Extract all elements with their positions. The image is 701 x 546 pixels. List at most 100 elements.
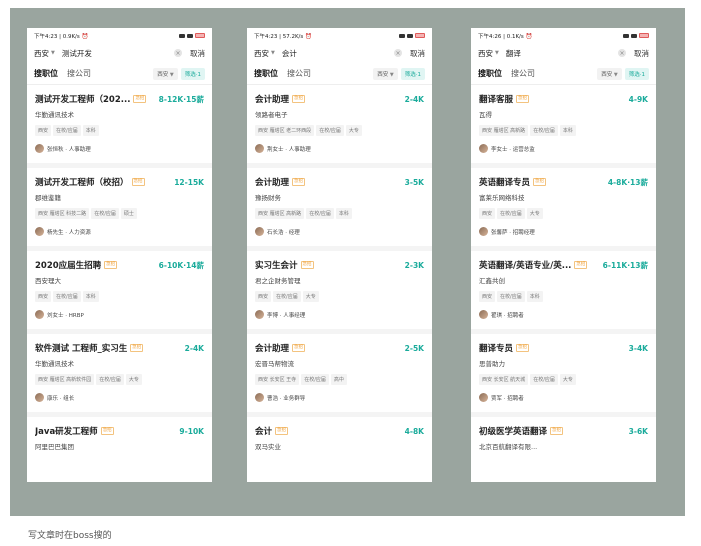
- job-card[interactable]: 会计助理 急招 2-5K 宏晋马帮物流 西安 长安区 王寺 在校/应届 高中 曹浩 …: [247, 334, 432, 412]
- cancel-button[interactable]: 取消: [190, 48, 205, 59]
- job-tag: 在校/应届: [497, 291, 525, 302]
- job-salary: 2-4K: [184, 343, 204, 353]
- city-name: 西安: [254, 48, 269, 58]
- job-tag: 西安: [479, 291, 496, 302]
- clear-icon[interactable]: ×: [394, 49, 402, 57]
- search-input[interactable]: 会计: [282, 48, 394, 59]
- job-card[interactable]: 测试开发工程师（202... 急招 8-12K·15薪 华勤通讯技术 西安 在校/…: [27, 85, 212, 163]
- tab-companies[interactable]: 搜公司: [511, 68, 535, 79]
- job-card[interactable]: 测试开发工程师（校招） 急招 12-15K 郡维鉴籍 西安 雁塔区 科技二路 在校…: [27, 168, 212, 246]
- job-card[interactable]: 英语翻译/英语专业/英... 急招 6-11K·13薪 汇鑫共创 西安 在校/应届…: [471, 251, 656, 329]
- job-card[interactable]: 会计助理 急招 2-4K 领路者电子 西安 雁塔区 老二环西段 在校/应届 大专 荆…: [247, 85, 432, 163]
- job-card[interactable]: 软件测试 工程师_实习生 急招 2-4K 华勤通讯技术 西安 雁塔区 高新软件园…: [27, 334, 212, 412]
- status-bar: 下午4:23 | 0.9K/s ⏰: [27, 28, 212, 43]
- job-title: 测试开发工程师（202...: [35, 95, 131, 105]
- search-input[interactable]: 翻译: [506, 48, 618, 59]
- recruiter-info: 刘女士 · HRBP: [35, 310, 204, 319]
- location-filter[interactable]: 西安 ▼: [597, 67, 622, 80]
- company-name: 阿里巴巴集团: [35, 443, 74, 451]
- job-card[interactable]: 会计 急招 4-8K 双马实业: [247, 417, 432, 482]
- urgent-badge: 急招: [550, 427, 564, 435]
- job-list: 会计助理 急招 2-4K 领路者电子 西安 雁塔区 老二环西段 在校/应届 大专 荆…: [247, 85, 432, 482]
- job-card[interactable]: Java研发工程师 急招 9-10K 阿里巴巴集团: [27, 417, 212, 482]
- urgent-badge: 急招: [300, 261, 314, 269]
- caret-down-icon: ▼: [271, 50, 275, 56]
- caret-down-icon: ▼: [612, 71, 618, 78]
- clear-icon[interactable]: ×: [174, 49, 182, 57]
- tab-jobs[interactable]: 搜职位: [478, 68, 502, 79]
- image-caption: 写文章时在boss搜的: [28, 531, 112, 541]
- clear-icon[interactable]: ×: [618, 49, 626, 57]
- city-selector[interactable]: 西安 ▼: [478, 48, 499, 59]
- tab-jobs[interactable]: 搜职位: [34, 68, 58, 79]
- caret-down-icon: ▼: [168, 71, 174, 78]
- search-bar: 西安 ▼ 翻译 × 取消: [471, 43, 656, 63]
- job-salary: 4-8K·13薪: [607, 177, 648, 187]
- job-tag: 在校/应届: [53, 291, 81, 302]
- search-tabs: 搜职位 搜公司 西安 ▼ 筛选·1: [471, 63, 656, 85]
- job-list: 翻译客服 急招 4-9K 瓦得 西安 雁塔区 高新路 在校/应届 本科 李女士 · …: [471, 85, 656, 482]
- location-filter-label: 西安: [377, 71, 389, 78]
- cancel-button[interactable]: 取消: [634, 48, 649, 59]
- phone-screen: 下午4:23 | 57.2K/s ⏰ 西安 ▼ 会计 × 取消 搜职位 搜公司 …: [247, 28, 432, 482]
- job-card[interactable]: 实习生会计 急招 2-3K 君之企财务管理 西安 在校/应届 大专 李博 · 人事经…: [247, 251, 432, 329]
- job-salary: 2-5K: [404, 343, 424, 353]
- caret-down-icon: ▼: [51, 50, 55, 56]
- avatar: [479, 310, 488, 319]
- job-card[interactable]: 初级医学英语翻译 急招 3-6K 北京百航翻译有限...: [471, 417, 656, 482]
- job-title: 测试开发工程师（校招）: [35, 178, 129, 188]
- job-title: 实习生会计: [255, 261, 298, 271]
- tab-companies[interactable]: 搜公司: [67, 68, 91, 79]
- job-tag: 西安 雁塔区 老二环西段: [255, 125, 315, 136]
- city-selector[interactable]: 西安 ▼: [254, 48, 275, 59]
- signal-icon: [623, 33, 629, 38]
- job-tags: 西安 在校/应届 本科: [479, 291, 648, 302]
- urgent-badge: 急招: [133, 95, 147, 103]
- job-tag: 在校/应届: [530, 125, 558, 136]
- search-input[interactable]: 测试开发: [62, 48, 174, 59]
- job-tags: 西安 长安区 航天城 在校/应届 大专: [479, 374, 648, 385]
- company-name: 西安理大: [35, 277, 61, 285]
- location-filter[interactable]: 西安 ▼: [373, 67, 398, 80]
- job-title: 翻译专员: [479, 344, 514, 354]
- caret-down-icon: ▼: [388, 71, 394, 78]
- job-card[interactable]: 英语翻译专员 急招 4-8K·13薪 富莱乐网络科技 西安 在校/应届 大专 张馨萨…: [471, 168, 656, 246]
- wifi-icon: [631, 33, 637, 38]
- job-title: 会计助理: [255, 178, 290, 188]
- recruiter-name: 贾军 · 招聘者: [491, 395, 524, 402]
- job-salary: 4-8K: [404, 426, 424, 436]
- filter-button[interactable]: 筛选·1: [180, 67, 205, 80]
- urgent-badge: 急招: [292, 95, 306, 103]
- company-name: 领路者电子: [255, 111, 288, 119]
- recruiter-info: 翟琪 · 招聘者: [479, 310, 648, 319]
- wifi-icon: [187, 33, 193, 38]
- job-tag: 西安 长安区 王寺: [255, 374, 300, 385]
- job-tag: 硕士: [120, 208, 137, 219]
- city-selector[interactable]: 西安 ▼: [34, 48, 55, 59]
- tab-companies[interactable]: 搜公司: [287, 68, 311, 79]
- recruiter-name: 杨先生 · 人力资源: [47, 229, 91, 236]
- tab-jobs[interactable]: 搜职位: [254, 68, 278, 79]
- job-tag: 大专: [526, 208, 543, 219]
- filter-button[interactable]: 筛选·1: [400, 67, 425, 80]
- avatar: [35, 310, 44, 319]
- job-tag: 大专: [125, 374, 142, 385]
- job-salary: 6-10K·14薪: [158, 260, 204, 270]
- job-card[interactable]: 2020应届生招聘 急招 6-10K·14薪 西安理大 西安 在校/应届 本科 刘女…: [27, 251, 212, 329]
- job-card[interactable]: 翻译客服 急招 4-9K 瓦得 西安 雁塔区 高新路 在校/应届 本科 李女士 · …: [471, 85, 656, 163]
- company-name: 瓦得: [479, 111, 492, 119]
- job-card[interactable]: 会计助理 急招 3-5K 豫扬财务 西安 雁塔区 高新路 在校/应届 本科 石长浩 …: [247, 168, 432, 246]
- job-salary: 4-9K: [628, 94, 648, 104]
- job-card[interactable]: 翻译专员 急招 3-4K 思普助力 西安 长安区 航天城 在校/应届 大专 贾军 ·…: [471, 334, 656, 412]
- company-name: 双马实业: [255, 443, 281, 451]
- avatar: [35, 144, 44, 153]
- location-filter[interactable]: 西安 ▼: [153, 67, 178, 80]
- recruiter-name: 荆女士 · 人事助理: [267, 146, 311, 153]
- filter-button[interactable]: 筛选·1: [624, 67, 649, 80]
- job-tag: 西安 雁塔区 高新路: [255, 208, 305, 219]
- recruiter-name: 翟琪 · 招聘者: [491, 312, 524, 319]
- cancel-button[interactable]: 取消: [410, 48, 425, 59]
- battery-icon: [639, 33, 649, 38]
- status-icons: [399, 33, 425, 38]
- company-name: 汇鑫共创: [479, 277, 505, 285]
